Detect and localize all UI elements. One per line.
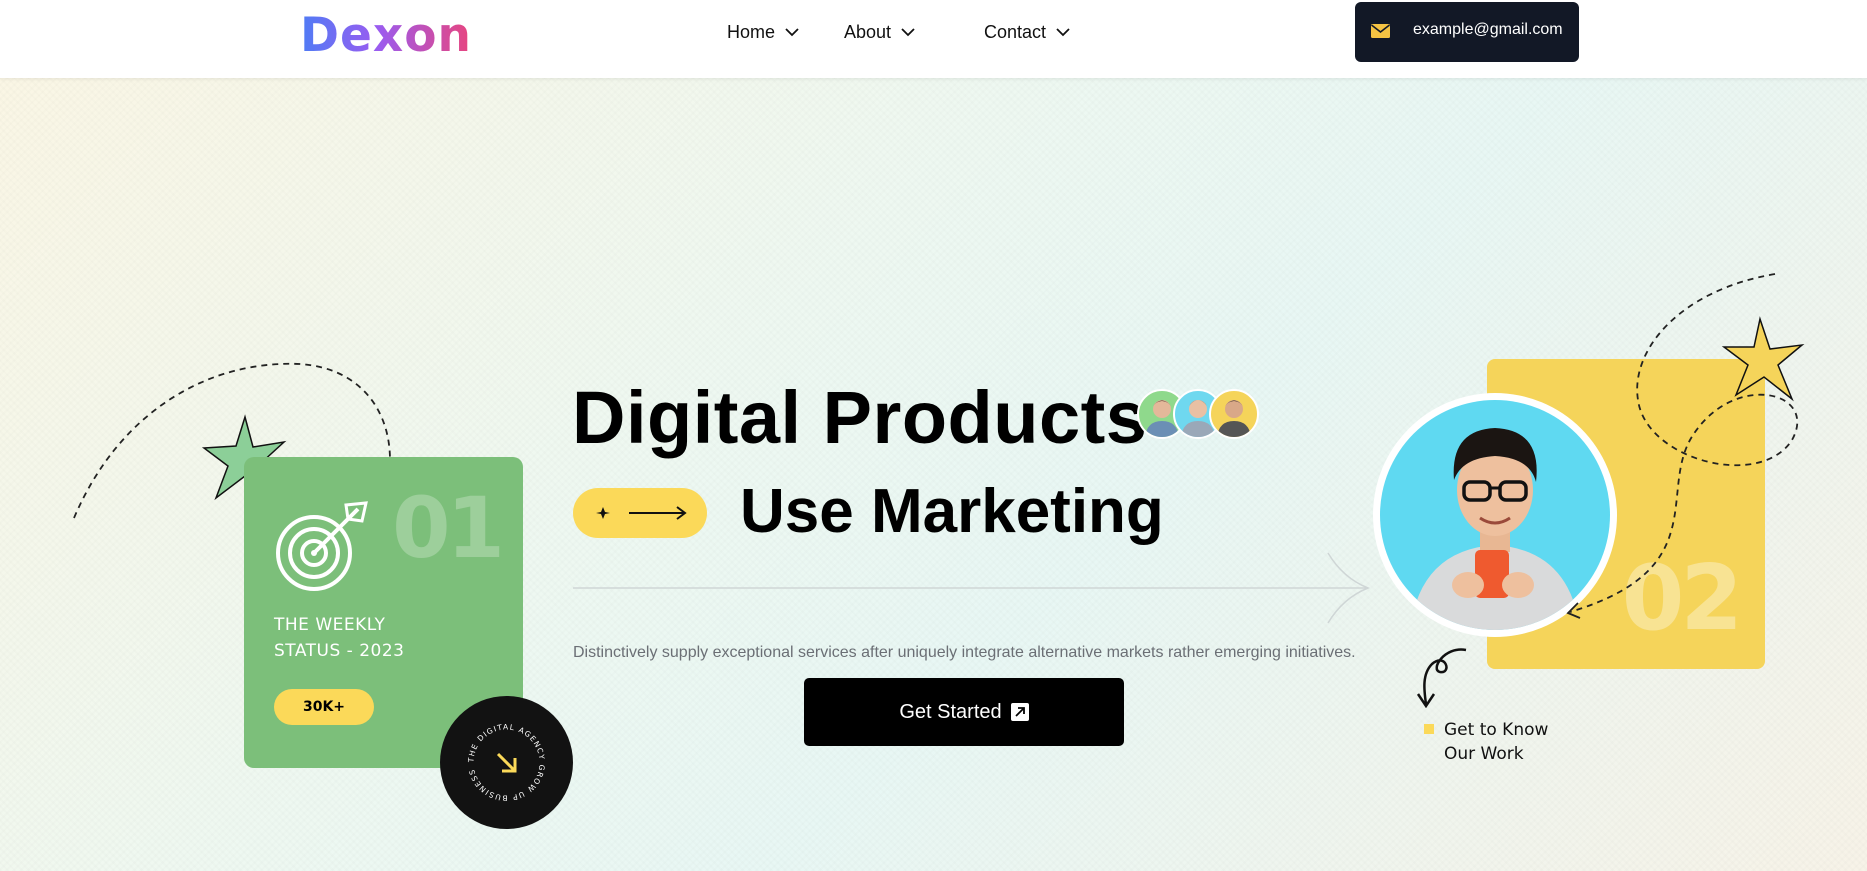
site-header: Dexon Home About Contact example@gmail.c… xyxy=(0,0,1867,78)
external-link-icon xyxy=(1010,703,1029,721)
circular-text-badge[interactable]: THE DIGITAL AGENCY GROW UP BUSINESS xyxy=(440,696,573,829)
nav-item-contact[interactable]: Contact xyxy=(984,20,1070,44)
nav-item-home[interactable]: Home xyxy=(727,20,844,44)
curly-arrow-icon xyxy=(1416,648,1467,708)
nav-item-label: About xyxy=(844,21,892,42)
get-started-label: Get Started xyxy=(899,700,1002,723)
bullet-square xyxy=(1424,724,1434,734)
nav-item-label: Contact xyxy=(984,21,1047,42)
hero-headline-line1: Digital Products xyxy=(572,376,1148,459)
get-to-know-text: Get to Know Our Work xyxy=(1444,718,1548,766)
nav-item-about[interactable]: About xyxy=(844,20,984,44)
arrow-down-right-icon xyxy=(496,752,517,773)
arrow-pill xyxy=(573,488,707,538)
card-title: THE WEEKLY STATUS - 2023 xyxy=(274,612,405,664)
circular-text-ring: THE DIGITAL AGENCY GROW UP BUSINESS xyxy=(466,722,545,802)
dashed-curve-right xyxy=(1566,273,1799,619)
nav-item-label: Home xyxy=(727,21,776,42)
get-to-know-link[interactable]: Get to Know Our Work xyxy=(1424,718,1548,766)
card-title-line1: THE WEEKLY xyxy=(274,615,386,635)
email-text: example@gmail.com xyxy=(1413,21,1563,38)
email-button[interactable]: example@gmail.com xyxy=(1355,2,1579,62)
get-started-button[interactable]: Get Started xyxy=(804,678,1124,746)
target-icon xyxy=(276,501,368,591)
avatar-group xyxy=(1137,389,1261,441)
chevron-down-icon xyxy=(1056,27,1070,36)
get-to-know-line1: Get to Know xyxy=(1444,720,1549,740)
chevron-down-icon xyxy=(785,27,799,36)
divider-arrow xyxy=(573,552,1371,624)
card-title-line2: STATUS - 2023 xyxy=(274,641,405,661)
card-number: 01 xyxy=(392,479,505,577)
hero-headline-line2: Use Marketing xyxy=(740,477,1164,546)
get-to-know-line2: Our Work xyxy=(1444,744,1524,764)
logo[interactable]: Dexon xyxy=(300,8,472,63)
main-nav: Home About Contact xyxy=(727,20,1070,44)
stat-badge: 30K+ xyxy=(274,689,374,725)
sparkle-arrow-icon xyxy=(596,506,687,520)
chevron-down-icon xyxy=(901,27,915,36)
hero-description: Distinctively supply exceptional service… xyxy=(573,644,1356,661)
mail-icon xyxy=(1371,24,1390,38)
avatar xyxy=(1209,389,1259,439)
